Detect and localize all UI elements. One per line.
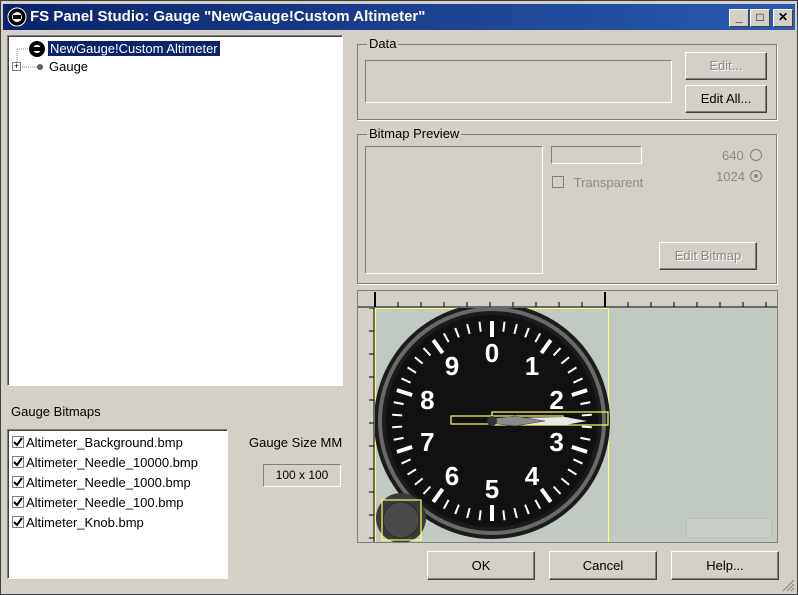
data-group: Data Edit... Edit All... bbox=[357, 36, 777, 120]
checkbox-checked-icon[interactable] bbox=[12, 456, 24, 468]
tree-item-gauge[interactable]: Gauge bbox=[49, 59, 88, 74]
left-ruler bbox=[358, 308, 375, 542]
dial-tick bbox=[392, 413, 403, 417]
edit-all-button[interactable]: Edit All... bbox=[685, 85, 767, 113]
dial-tick bbox=[581, 413, 592, 417]
title-bar[interactable]: FS Panel Studio: Gauge "NewGauge!Custom … bbox=[3, 4, 795, 30]
top-ruler bbox=[358, 291, 777, 308]
res-1024-label: 1024 bbox=[716, 169, 745, 184]
dial-tick bbox=[478, 510, 482, 521]
gauge-canvas-frame: 012 34567 89 bbox=[357, 290, 778, 543]
minimize-button[interactable]: _ bbox=[729, 9, 749, 27]
dial-numeral: 0 bbox=[485, 338, 499, 368]
ok-button[interactable]: OK bbox=[427, 551, 535, 580]
dial-tick bbox=[392, 425, 403, 429]
dial-tick bbox=[502, 510, 506, 521]
bitmap-preview-title: Bitmap Preview bbox=[367, 126, 462, 141]
checkbox-checked-icon[interactable] bbox=[12, 476, 24, 488]
dial-numeral: 6 bbox=[445, 461, 459, 491]
bitmap-item-needle-100[interactable]: Altimeter_Needle_100.bmp bbox=[12, 495, 184, 510]
help-button[interactable]: Help... bbox=[671, 551, 779, 580]
window-title: FS Panel Studio: Gauge "NewGauge!Custom … bbox=[30, 8, 426, 25]
dial-numeral: 4 bbox=[525, 461, 540, 491]
bitmap-item-needle-10000[interactable]: Altimeter_Needle_10000.bmp bbox=[12, 455, 198, 470]
dial-numeral: 2 bbox=[549, 385, 563, 415]
bitmap-item-knob[interactable]: Altimeter_Knob.bmp bbox=[12, 515, 144, 530]
dial-tick bbox=[502, 321, 506, 332]
gauge-size-value: 100 x 100 bbox=[263, 464, 341, 487]
maximize-button[interactable]: □ bbox=[750, 9, 770, 27]
canvas-status-field bbox=[686, 518, 772, 538]
edit-button[interactable]: Edit... bbox=[685, 52, 767, 80]
dial-numeral: 3 bbox=[549, 427, 563, 457]
gauge-editor-window: FS Panel Studio: Gauge "NewGauge!Custom … bbox=[0, 0, 798, 595]
gauge-bitmaps-list[interactable]: Altimeter_Background.bmp Altimeter_Needl… bbox=[7, 429, 228, 579]
bitmap-item-background[interactable]: Altimeter_Background.bmp bbox=[12, 435, 183, 450]
gauge-canvas[interactable]: 012 34567 89 bbox=[375, 308, 777, 543]
bitmap-name-field bbox=[551, 146, 642, 164]
dial-numeral: 8 bbox=[420, 385, 434, 415]
transparent-checkbox[interactable]: Transparent bbox=[552, 175, 643, 190]
gauge-tree-view[interactable]: NewGauge!Custom Altimeter + Gauge bbox=[7, 35, 343, 386]
res-640-label: 640 bbox=[722, 148, 744, 163]
checkbox-checked-icon[interactable] bbox=[12, 516, 24, 528]
close-button[interactable]: ✕ bbox=[773, 9, 793, 27]
gauge-bitmaps-heading: Gauge Bitmaps bbox=[11, 404, 101, 419]
dial-numeral: 5 bbox=[485, 474, 499, 504]
cancel-button[interactable]: Cancel bbox=[549, 551, 657, 580]
gauge-root-icon bbox=[29, 41, 45, 57]
dial-tick bbox=[581, 425, 592, 429]
res-1024-radio[interactable] bbox=[750, 170, 762, 182]
tree-item-root[interactable]: NewGauge!Custom Altimeter bbox=[48, 41, 220, 56]
tree-item-root-label: NewGauge!Custom Altimeter bbox=[48, 41, 220, 56]
data-group-title: Data bbox=[367, 36, 399, 51]
resize-grip-icon[interactable] bbox=[781, 578, 795, 592]
tree-expander-icon[interactable]: + bbox=[12, 62, 21, 71]
dial-numeral: 9 bbox=[445, 351, 459, 381]
data-display bbox=[365, 60, 672, 103]
checkbox-checked-icon[interactable] bbox=[12, 496, 24, 508]
dial-numeral: 1 bbox=[525, 351, 539, 381]
bitmap-item-needle-1000[interactable]: Altimeter_Needle_1000.bmp bbox=[12, 475, 191, 490]
altimeter-gauge[interactable]: 0 12 34567 89 bbox=[375, 308, 625, 543]
dial-numeral: 7 bbox=[420, 427, 434, 457]
needle-hub bbox=[487, 416, 497, 426]
bitmap-preview-area bbox=[365, 146, 543, 274]
app-gauge-icon bbox=[7, 7, 27, 27]
res-640-radio[interactable] bbox=[750, 149, 762, 161]
tree-node-icon bbox=[37, 64, 43, 70]
checkbox-checked-icon[interactable] bbox=[12, 436, 24, 448]
checkbox-unchecked-icon[interactable] bbox=[552, 176, 564, 188]
altimeter-knob[interactable] bbox=[382, 501, 420, 539]
dial-tick bbox=[478, 321, 482, 332]
bitmap-preview-group: Bitmap Preview Transparent 640 1024 Edit… bbox=[357, 126, 777, 284]
edit-bitmap-button[interactable]: Edit Bitmap bbox=[659, 242, 757, 270]
gauge-size-label: Gauge Size MM bbox=[249, 435, 343, 450]
